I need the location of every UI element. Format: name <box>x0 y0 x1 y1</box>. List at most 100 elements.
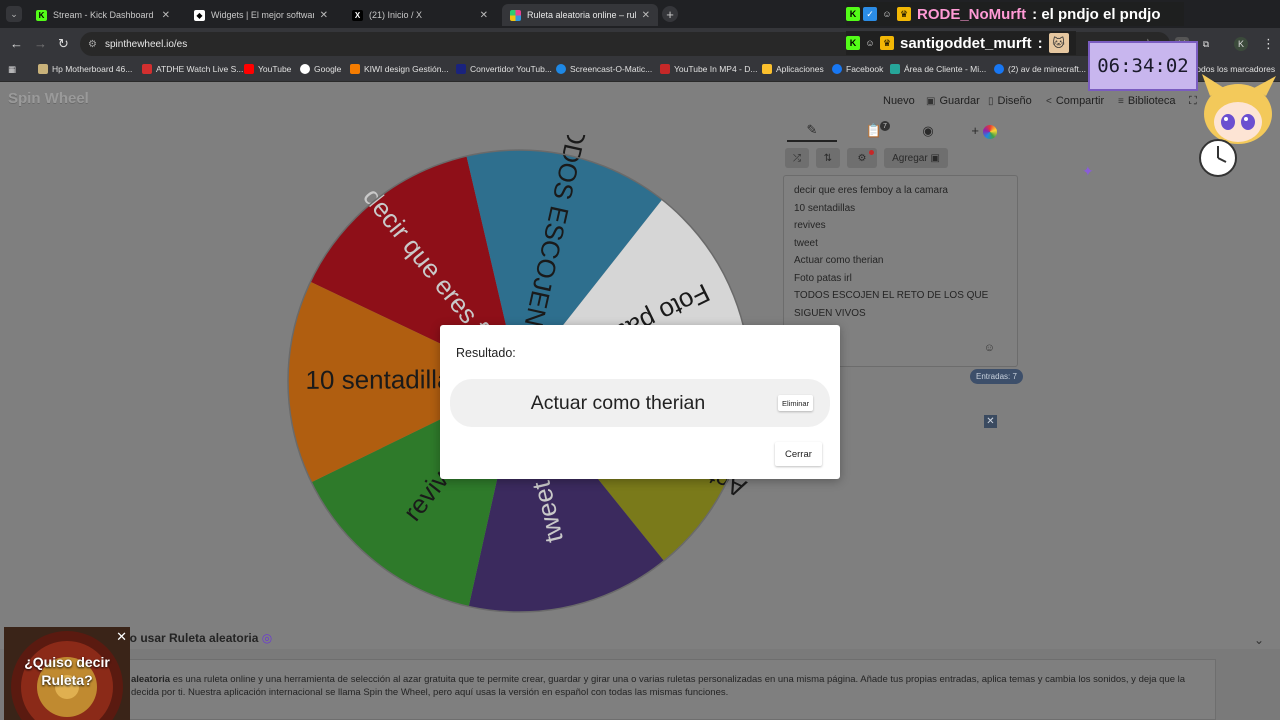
bookmark-favicon <box>890 64 900 74</box>
ad-caption: ¿Quiso decir Ruleta? <box>24 654 110 688</box>
nav-diseno[interactable]: ▯ Diseño <box>988 95 1032 107</box>
bookmark-item[interactable]: Google <box>300 64 341 74</box>
wheel-emoji-icon: ◎ <box>261 631 273 645</box>
forward-icon[interactable]: → <box>34 36 47 51</box>
close-icon[interactable]: ✕ <box>984 415 997 428</box>
bookmark-favicon <box>456 64 466 74</box>
delete-entry-button[interactable]: Eliminar <box>778 395 814 411</box>
result-box: Actuar como therian Eliminar <box>450 379 830 427</box>
tab-kick-dashboard[interactable]: K Stream - Kick Dashboard ✕ <box>28 4 178 26</box>
hidden-tab[interactable]: ◉ <box>903 120 953 142</box>
site-logo[interactable]: Spin Wheel <box>8 90 89 107</box>
bookmark-item[interactable]: YouTube In MP4 - D... <box>660 64 757 74</box>
extensions-puzzle-icon[interactable]: ⧉ <box>1199 37 1213 51</box>
bookmark-item[interactable]: KIWI design Gestión... <box>350 64 449 74</box>
bookmark-favicon <box>350 64 360 74</box>
bookmark-item[interactable]: ATDHE Watch Live S... <box>142 64 243 74</box>
bookmark-item[interactable]: Facebook <box>832 64 883 74</box>
chat-username: RODE_NoMurft <box>917 5 1027 23</box>
chat-text: : el pndjo el pndjo <box>1032 5 1161 23</box>
gear-icon: ⚙ <box>857 152 867 164</box>
image-icon: ▣ <box>930 152 940 164</box>
entries-count: Entradas: 7 <box>970 369 1023 384</box>
result-text: Actuar como therian <box>530 391 706 414</box>
close-tab-icon[interactable]: ✕ <box>480 10 488 21</box>
kick-icon: K <box>36 9 47 21</box>
tab-ruleta-aleatoria[interactable]: Ruleta aleatoria online – ruleta ✕ <box>502 4 658 26</box>
bookmark-item[interactable]: (2) av de minecraft... <box>994 64 1086 74</box>
bookmark-favicon <box>142 64 152 74</box>
bot-badge-icon: ☺ <box>882 9 892 19</box>
entry-line: Actuar como therian <box>794 255 884 266</box>
close-ad-icon[interactable]: ✕ <box>116 629 127 645</box>
emoji-icon[interactable]: ☺ <box>984 342 995 354</box>
result-dialog: Resultado: Actuar como therian Eliminar … <box>440 325 840 479</box>
apps-grid-icon[interactable]: ▦ <box>8 64 16 75</box>
dialog-title: Resultado: <box>456 346 516 360</box>
entry-line: 10 sentadillas <box>794 202 856 214</box>
entry-line: decir que eres femboy a la camara <box>794 185 948 196</box>
sort-icon: ⇅ <box>823 152 833 164</box>
tab-widgets[interactable]: ◆ Widgets | El mejor software para ✕ <box>186 4 336 26</box>
chat-message: K ☺ ♛ santigoddet_murft : 🐱 <box>846 31 1076 55</box>
close-tab-icon[interactable]: ✕ <box>642 10 650 21</box>
close-dialog-button[interactable]: Cerrar <box>775 442 822 466</box>
sort-button[interactable]: ⇅ <box>816 148 840 168</box>
nav-biblioteca[interactable]: ≡ Biblioteca <box>1118 95 1176 107</box>
add-image-button[interactable]: Agregar ▣ <box>884 148 948 168</box>
kick-badge-icon: K <box>846 36 860 50</box>
reload-icon[interactable]: ↻ <box>58 36 69 52</box>
pencil-icon: ✎ <box>806 122 818 137</box>
eye-off-icon: ◉ <box>922 123 934 138</box>
tab-title: Ruleta aleatoria online – ruleta <box>527 10 636 20</box>
add-wheel-tab[interactable]: + <box>959 120 1009 142</box>
entry-line: Foto patas irl <box>794 272 852 284</box>
anime-mascot-icon <box>1199 74 1276 177</box>
tab-title: Widgets | El mejor software para <box>211 10 314 20</box>
crown-badge-icon: ♛ <box>880 36 894 50</box>
facebook-icon <box>994 64 1004 74</box>
tab-x-inicio[interactable]: X (21) Inicio / X ✕ <box>344 4 496 26</box>
settings-button[interactable]: ⚙ <box>847 148 877 168</box>
results-tab[interactable]: 📋 <box>849 120 899 142</box>
url-text: spinthewheel.io/es <box>104 38 188 50</box>
menu-kebab-icon[interactable]: ⋮ <box>1262 36 1275 52</box>
bookmark-item[interactable]: Screencast-O-Matic... <box>556 64 652 74</box>
shuffle-button[interactable]: ⤮ <box>785 148 809 168</box>
star-icon: ✦ <box>1082 163 1094 179</box>
bookmark-favicon <box>556 64 566 74</box>
close-tab-icon[interactable]: ✕ <box>320 10 328 21</box>
chevron-down-icon[interactable]: ⌄ <box>1254 633 1264 647</box>
x-icon: X <box>352 9 363 21</box>
notification-dot <box>869 150 874 155</box>
nav-guardar[interactable]: ▣ Guardar <box>926 95 980 107</box>
chat-text: : <box>1037 34 1043 52</box>
bot-badge-icon: ☺ <box>865 38 875 48</box>
edit-entries-tab[interactable]: ✎ <box>787 120 837 142</box>
nav-compartir[interactable]: < Compartir <box>1046 95 1104 107</box>
spinthewheel-icon <box>510 9 521 21</box>
bookmark-favicon <box>38 64 48 74</box>
close-tab-icon[interactable]: ✕ <box>162 10 170 21</box>
paint-icon: ▯ <box>988 95 994 107</box>
new-tab-icon[interactable]: + <box>662 6 678 22</box>
bookmark-item[interactable]: Área de Cliente - Mi... <box>890 64 986 74</box>
video-ad-thumbnail[interactable]: ¿Quiso decir Ruleta? ✕ <box>4 627 130 720</box>
panel-tabs: ✎ 📋 ◉ + <box>783 120 1015 142</box>
bookmark-item[interactable]: Hp Motherboard 46... <box>38 64 132 74</box>
nav-nuevo[interactable]: Nuevo <box>883 95 915 107</box>
profile-avatar[interactable]: K <box>1234 37 1248 51</box>
back-icon[interactable]: ← <box>10 36 23 51</box>
site-info-icon[interactable]: ⚙ <box>88 39 97 50</box>
entry-line: tweet <box>794 237 818 249</box>
bookmark-item[interactable]: Aplicaciones <box>762 64 824 74</box>
youtube-icon <box>244 64 254 74</box>
tab-title: (21) Inicio / X <box>369 10 423 20</box>
cat-emote-icon: 🐱 <box>1048 33 1069 53</box>
apps-icon <box>762 64 772 74</box>
bookmark-item[interactable]: YouTube <box>244 64 291 74</box>
results-count-badge: 7 <box>880 121 890 131</box>
bookmark-item[interactable]: Convertidor YouTub... <box>456 64 552 74</box>
verified-badge-icon: ✓ <box>863 7 877 21</box>
tab-search-button[interactable]: ⌄ <box>6 6 22 22</box>
